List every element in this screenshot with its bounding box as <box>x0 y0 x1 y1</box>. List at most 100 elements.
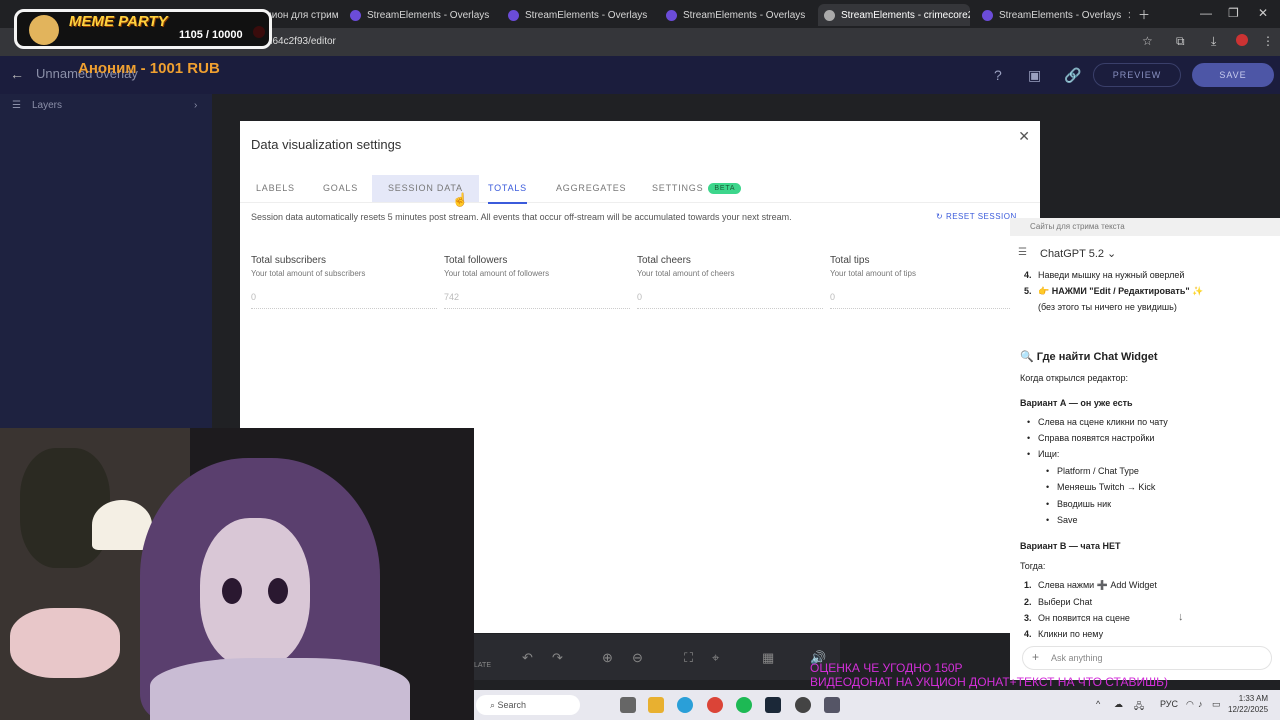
tab-label: StreamElements - Overlays <box>999 9 1122 21</box>
stat-total-subscribers: Total subscribers Your total amount of s… <box>251 255 437 309</box>
record-dot-icon <box>253 26 265 38</box>
chatgpt-window-title: Сайты для стрима текста <box>1010 218 1280 236</box>
list-item: Кликни по нему <box>1038 629 1104 639</box>
stat-label: Total tips <box>830 255 870 266</box>
doge-icon <box>29 15 59 45</box>
stat-value-field[interactable]: 0 <box>637 292 823 309</box>
obs-icon[interactable] <box>795 697 811 713</box>
browser-menu-icon[interactable]: ⋮ <box>1262 34 1274 48</box>
gallery-icon[interactable]: ▣ <box>1028 67 1041 84</box>
reset-session-button[interactable]: ↻ RESET SESSION <box>936 212 1017 221</box>
minimize-icon[interactable]: — <box>1200 6 1212 20</box>
tab-labels[interactable]: LABELS <box>256 183 295 193</box>
chatgpt-window: Сайты для стрима текста ☰ ChatGPT 5.2 ⌄ … <box>1010 218 1280 680</box>
new-tab-icon[interactable]: ＋ <box>1138 6 1150 23</box>
settings-gear-icon[interactable] <box>824 697 840 713</box>
meme-party-widget: MEME PARTY 1105 / 10000 <box>14 9 272 49</box>
undo-icon[interactable]: ↶ <box>522 650 533 666</box>
browser-tab[interactable]: StreamElements - Overlays ✕ <box>344 4 494 26</box>
tab-totals[interactable]: TOTALS <box>488 183 527 204</box>
layers-menu-icon[interactable]: ☰ <box>12 100 21 111</box>
screen: Pointauc | Аукцион для стрима ✕ StreamEl… <box>0 0 1280 720</box>
browser-tab[interactable]: StreamElements - Overlays ✕ <box>502 4 652 26</box>
list-item: Справа появятся настройки <box>1027 433 1154 443</box>
wifi-icon[interactable]: ◠ <box>1186 699 1194 710</box>
spotify-icon[interactable] <box>736 697 752 713</box>
battery-icon[interactable]: ▭ <box>1212 699 1221 710</box>
plant <box>20 448 110 568</box>
download-icon[interactable]: ⤓ <box>1211 34 1216 49</box>
model-selector[interactable]: ChatGPT 5.2 ⌄ <box>1040 247 1116 260</box>
fit-screen-icon[interactable]: ⛶ <box>684 650 693 666</box>
meme-party-title: MEME PARTY <box>69 13 168 30</box>
back-arrow-icon[interactable]: ← <box>10 66 24 82</box>
chevron-right-icon[interactable]: › <box>194 100 197 111</box>
sub-list-item: Platform / Chat Type <box>1046 466 1139 476</box>
tab-close-icon[interactable]: ✕ <box>811 9 812 22</box>
onedrive-icon[interactable]: ☁ <box>1114 699 1123 710</box>
stat-value-field[interactable]: 742 <box>444 292 630 309</box>
tray-chevron-icon[interactable]: ^ <box>1096 699 1100 709</box>
close-icon[interactable]: ✕ <box>1018 128 1030 145</box>
network-icon[interactable]: 🖧 <box>1134 699 1144 715</box>
help-icon[interactable]: ? <box>994 67 1002 83</box>
session-info-text: Session data automatically resets 5 minu… <box>251 212 792 222</box>
taskbar-clock[interactable]: 1:33 AM 12/22/2025 <box>1228 693 1268 715</box>
mouse-cursor-icon: ☝ <box>452 192 469 207</box>
volume-tray-icon[interactable]: ♪ <box>1198 699 1203 709</box>
model-name: ChatGPT 5.2 <box>1040 248 1104 260</box>
redo-icon[interactable]: ↷ <box>552 650 563 666</box>
donation-alert: Аноним - 1001 RUB <box>78 60 220 77</box>
tab-settings-label: SETTINGS <box>652 183 704 193</box>
file-explorer-icon[interactable] <box>648 697 664 713</box>
chrome-icon[interactable] <box>707 697 723 713</box>
browser-tab[interactable]: StreamElements - Overlays ✕ <box>976 4 1130 26</box>
layers-label[interactable]: Layers <box>32 100 62 111</box>
tab-settings[interactable]: SETTINGS BETA <box>652 183 742 195</box>
close-window-icon[interactable]: ✕ <box>1258 6 1268 20</box>
link-icon[interactable]: 🔗 <box>1064 67 1081 84</box>
browser-tab-active[interactable]: StreamElements - crimecore20 ✕ <box>818 4 970 26</box>
list-number: 3. <box>1024 613 1032 623</box>
tab-aggregates[interactable]: AGGREGATES <box>556 183 626 193</box>
tab-favicon-icon <box>982 9 993 21</box>
scroll-down-icon[interactable]: ↓ <box>1178 611 1184 623</box>
tab-label: StreamElements - crimecore20 <box>841 9 970 21</box>
list-item: Он появится на сцене <box>1038 613 1130 623</box>
layers-panel: ☰ Layers › <box>0 94 212 428</box>
taskbar-search-label: Search <box>497 700 527 710</box>
zoom-out-icon[interactable]: ⊖ <box>632 650 643 666</box>
list-number: 2. <box>1024 597 1032 607</box>
grid-icon[interactable]: ▦ <box>762 650 774 666</box>
toolbar-partial-label[interactable]: LATE <box>474 662 491 669</box>
zoom-in-icon[interactable]: ⊕ <box>602 650 613 666</box>
taskbar-search[interactable]: ⌕ Search <box>476 695 580 715</box>
sidebar-toggle-icon[interactable]: ☰ <box>1018 247 1027 258</box>
save-button[interactable]: SAVE <box>1192 63 1274 87</box>
bookmark-star-icon[interactable]: ☆ <box>1142 34 1153 48</box>
extensions-icon[interactable]: ⧉ <box>1176 34 1185 49</box>
list-item: Наведи мышку на нужный оверлей <box>1038 270 1185 280</box>
url-field[interactable]: 75a5d51d64c2f93/editor <box>228 33 1108 51</box>
tab-favicon-icon <box>824 9 835 21</box>
maximize-icon[interactable]: ❐ <box>1228 6 1239 20</box>
stat-value-field[interactable]: 0 <box>830 292 1016 309</box>
tab-close-icon[interactable]: ✕ <box>1127 9 1130 22</box>
browser-tab[interactable]: StreamElements - Overlays ✕ <box>660 4 812 26</box>
list-number: 4. <box>1024 270 1032 280</box>
telegram-icon[interactable] <box>677 697 693 713</box>
center-icon[interactable]: ⌖ <box>712 650 719 666</box>
chat-input[interactable]: Ask anything <box>1022 646 1272 670</box>
beta-badge: BETA <box>708 183 742 195</box>
tab-goals[interactable]: GOALS <box>323 183 358 193</box>
attach-plus-icon[interactable]: + <box>1032 650 1039 664</box>
preview-button[interactable]: PREVIEW <box>1093 63 1181 87</box>
editor-bottom-toolbar: LATE ↶ ↷ ⊕ ⊖ ⛶ ⌖ ▦ 🔊 <box>474 634 840 680</box>
sub-list-item: Меняешь Twitch → Kick <box>1046 482 1155 492</box>
profile-avatar[interactable] <box>1236 34 1248 46</box>
language-indicator[interactable]: РУС <box>1160 699 1178 709</box>
steam-icon[interactable] <box>765 697 781 713</box>
stat-value-field[interactable]: 0 <box>251 292 437 309</box>
task-view-icon[interactable] <box>620 697 636 713</box>
subheading: Вариант B — чата НЕТ <box>1020 541 1121 551</box>
